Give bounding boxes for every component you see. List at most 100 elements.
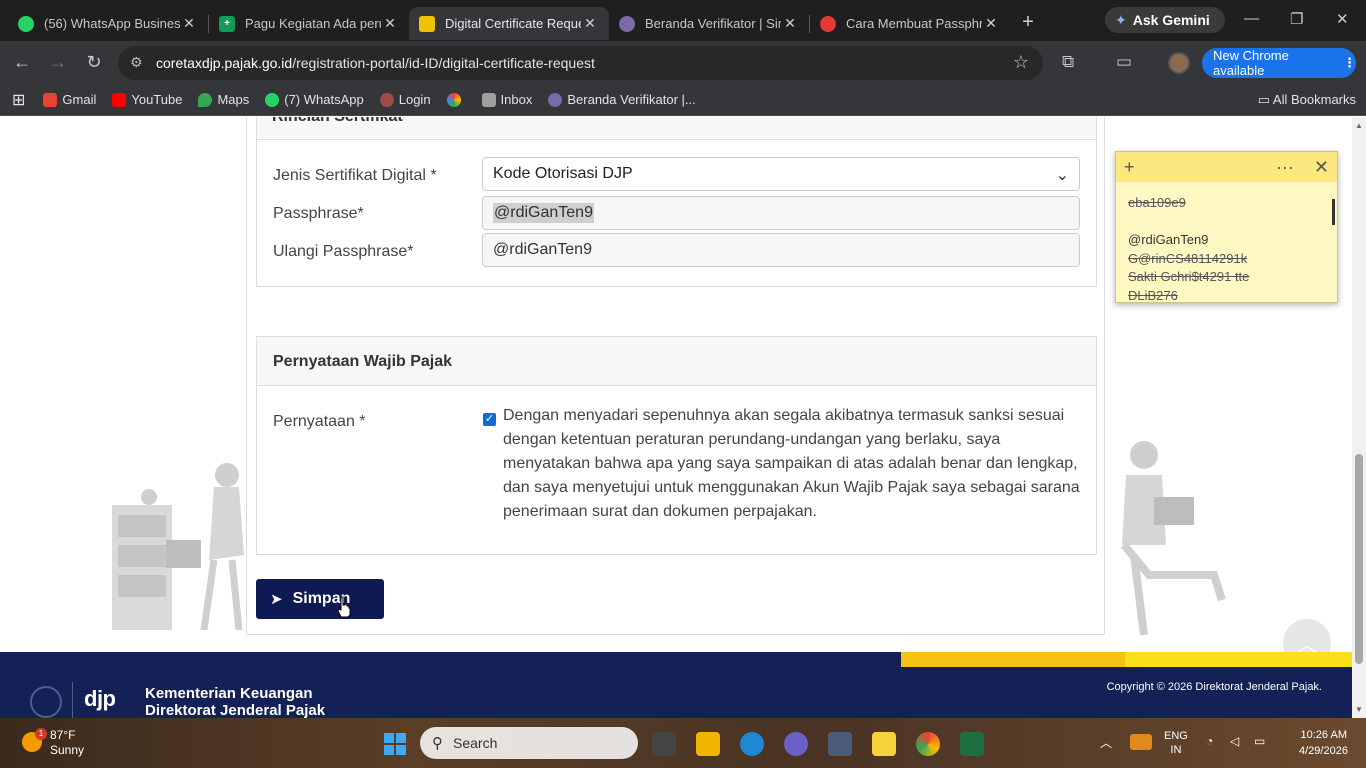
bookmark-label: Maps: [217, 92, 250, 107]
section-title-rincian: Rincian Sertifikat: [257, 117, 1096, 140]
pernyataan-label: Pernyataan *: [273, 413, 366, 430]
office-illustration-right: [1120, 441, 1226, 635]
profile-avatar[interactable]: [1168, 52, 1190, 74]
ask-gemini-button[interactable]: ✦ Ask Gemini: [1105, 7, 1225, 33]
cast-icon[interactable]: ▭: [1116, 52, 1132, 72]
bookmark-whatsapp[interactable]: (7) WhatsApp: [265, 92, 364, 107]
footer-divider: [72, 682, 73, 718]
edge-icon[interactable]: [740, 732, 764, 756]
back-icon[interactable]: ←: [4, 52, 40, 73]
page-scrollbar[interactable]: ▲ ▼: [1352, 117, 1366, 718]
gemini-icon: ✦: [1115, 11, 1127, 28]
chrome-icon[interactable]: [916, 732, 940, 756]
bookmark-label: Login: [398, 92, 431, 107]
restore-icon[interactable]: ❐: [1290, 10, 1303, 28]
simpan-button[interactable]: ➤ Simpan: [256, 579, 384, 619]
wifi-icon[interactable]: ◔: [1206, 734, 1213, 748]
reload-icon[interactable]: ↻: [76, 52, 112, 73]
clock-time: 10:26 AM: [1300, 729, 1347, 741]
tab-digital-certificate[interactable]: Digital Certificate Reque ✕: [409, 7, 609, 40]
org-line-1: Kementerian Keuangan: [145, 685, 313, 702]
pernyataan-checkbox[interactable]: ✓: [483, 413, 496, 426]
sticky-notes-icon[interactable]: [872, 732, 896, 756]
tab-beranda-verifikator[interactable]: Beranda Verifikator | Sim ✕: [609, 7, 809, 40]
system-clock[interactable]: 10:26 AM 4/29/2026: [1299, 727, 1348, 759]
excel-icon[interactable]: [960, 732, 984, 756]
section-title-pernyataan: Pernyataan Wajib Pajak: [257, 337, 1096, 386]
bookmark-login[interactable]: Login: [379, 92, 431, 107]
ulangi-passphrase-label: Ulangi Passphrase*: [273, 243, 414, 260]
djp-logo: djp: [84, 686, 116, 711]
scroll-down-arrow-icon[interactable]: ▼: [1355, 705, 1363, 714]
tab-cara-membuat-passphrase[interactable]: Cara Membuat Passphra ✕: [810, 7, 1010, 40]
minimize-icon[interactable]: —: [1244, 10, 1259, 27]
forward-icon[interactable]: →: [40, 52, 76, 73]
notification-badge: 1: [35, 728, 47, 740]
office-illustration-left: [112, 463, 244, 630]
new-chrome-button[interactable]: New Chrome available ⋮: [1202, 48, 1356, 78]
whatsapp-icon: [18, 15, 34, 32]
close-tab-icon[interactable]: ✕: [781, 15, 799, 32]
new-tab-button[interactable]: +: [1010, 11, 1046, 34]
pernyataan-text: Dengan menyadari sepenuhnya akan segala …: [503, 407, 1080, 520]
close-window-icon[interactable]: ✕: [1336, 10, 1349, 28]
passphrase-label: Passphrase*: [273, 205, 364, 222]
bookmark-maps[interactable]: Maps: [198, 92, 249, 107]
tab-whatsapp-business[interactable]: (56) WhatsApp Business ✕: [8, 7, 208, 40]
tray-chevron-icon[interactable]: ︿: [1100, 734, 1112, 751]
camera-icon[interactable]: [828, 732, 852, 756]
note-line: eba109e9: [1128, 195, 1186, 210]
tab-title: (56) WhatsApp Business: [44, 16, 180, 31]
tab-pagu-kegiatan[interactable]: + Pagu Kegiatan Ada perub ✕: [209, 7, 409, 40]
close-tab-icon[interactable]: ✕: [581, 15, 599, 32]
scrollbar-thumb[interactable]: [1355, 454, 1363, 664]
bookmark-youtube[interactable]: YouTube: [112, 92, 182, 107]
menu-dots-icon[interactable]: ···: [1276, 157, 1294, 178]
jenis-sertifikat-select[interactable]: Kode Otorisasi DJP ⌄: [482, 157, 1080, 191]
passphrase-input[interactable]: @rdiGanTen9: [482, 196, 1080, 230]
address-bar[interactable]: ⚙ coretaxdjp.pajak.go.id/registration-po…: [118, 46, 1043, 80]
sticky-note-text[interactable]: eba109e9 @rdiGanTen9 G@rinCS48114291k Sa…: [1116, 182, 1337, 302]
file-explorer-icon[interactable]: [696, 732, 720, 756]
sticky-note[interactable]: + ··· ✕ eba109e9 @rdiGanTen9 G@rinCS4811…: [1115, 151, 1338, 303]
volume-icon[interactable]: ◁: [1230, 734, 1239, 748]
apps-grid-icon[interactable]: ⊞: [12, 90, 25, 110]
taskbar-search[interactable]: ⚲ Search: [420, 727, 638, 759]
url-domain: coretaxdjp.pajak.go.id: [156, 55, 293, 71]
close-note-icon[interactable]: ✕: [1314, 157, 1329, 178]
bookmark-beranda-verifikator[interactable]: Beranda Verifikator |...: [548, 92, 696, 107]
close-tab-icon[interactable]: ✕: [381, 15, 399, 32]
bookmark-star-icon[interactable]: ☆: [1013, 52, 1029, 73]
tab-title: Cara Membuat Passphra: [846, 16, 982, 31]
site-info-icon[interactable]: ⚙: [130, 54, 143, 71]
bookmark-gmail[interactable]: Gmail: [43, 92, 96, 107]
extensions-icon[interactable]: ⧉: [1062, 52, 1074, 72]
bookmark-photos[interactable]: [446, 92, 466, 107]
scroll-up-arrow-icon[interactable]: ▲: [1355, 121, 1363, 130]
all-bookmarks-button[interactable]: ▭ All Bookmarks: [1258, 92, 1356, 108]
url-path: /registration-portal/id-ID/digital-certi…: [292, 55, 595, 71]
close-tab-icon[interactable]: ✕: [180, 15, 198, 32]
sticky-note-scrollbar[interactable]: [1332, 199, 1335, 225]
hand-cursor-icon: [337, 596, 351, 618]
add-note-icon[interactable]: +: [1124, 157, 1135, 178]
battery-icon[interactable]: ▭: [1254, 734, 1265, 748]
weather-temp: 87°F: [50, 728, 76, 742]
menu-dots-icon[interactable]: ⋮: [1343, 55, 1356, 71]
tab-title: Beranda Verifikator | Sim: [645, 16, 781, 31]
gmail-icon: [43, 92, 58, 107]
globe-icon: [619, 15, 635, 32]
weather-widget[interactable]: 1 87°F Sunny: [22, 728, 84, 758]
note-line: Sakti Gchri$t4291 tte: [1128, 269, 1250, 284]
ulangi-passphrase-input[interactable]: @rdiGanTen9: [482, 233, 1080, 267]
bookmark-inbox[interactable]: Inbox: [481, 92, 532, 107]
clock-date: 4/29/2026: [1299, 745, 1348, 757]
app-icon[interactable]: [784, 732, 808, 756]
search-icon: ⚲: [432, 735, 443, 752]
tray-app-icon[interactable]: [1130, 734, 1152, 750]
language-indicator[interactable]: ENG IN: [1164, 729, 1188, 757]
task-view-icon[interactable]: [652, 732, 676, 756]
weather-desc: Sunny: [50, 743, 85, 757]
windows-start-icon[interactable]: [384, 733, 406, 755]
close-tab-icon[interactable]: ✕: [982, 15, 1000, 32]
